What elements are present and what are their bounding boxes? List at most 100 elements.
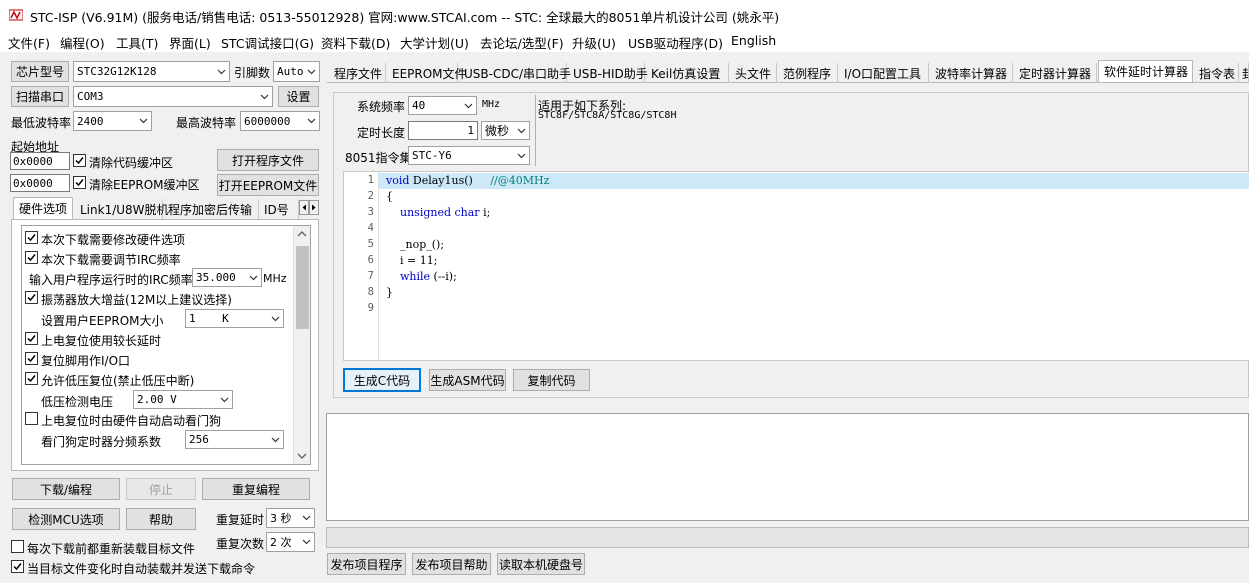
repeat-count-select[interactable]: 2 次 [266, 532, 315, 552]
tab-baud-calc[interactable]: 波特率计算器 [930, 63, 1013, 83]
code-line: unsigned char i; [400, 206, 491, 219]
pin-count-select[interactable]: Auto [273, 61, 320, 82]
tab-examples[interactable]: 范例程序 [778, 63, 838, 83]
menu-upgrade[interactable]: 升级(U) [572, 33, 616, 52]
isa-value: STC-Y6 [412, 149, 452, 162]
tab-delay-calc[interactable]: 软件延时计算器 [1098, 60, 1193, 82]
download-button[interactable]: 下载/编程 [12, 478, 120, 500]
clear-code-checkbox[interactable] [73, 154, 86, 167]
opt-adjust-irc-checkbox[interactable] [25, 251, 38, 264]
publish-help-button[interactable]: 发布项目帮助 [412, 553, 491, 575]
tab-program-file[interactable]: 程序文件 [329, 63, 386, 83]
code-editor[interactable]: 1 2 3 4 5 6 7 8 9 void Delay1us() //@40M… [343, 171, 1249, 361]
tab-link1[interactable]: Link1/U8W脱机 [75, 199, 169, 219]
code-line: } [386, 286, 393, 299]
settings-button[interactable]: 设置 [278, 86, 319, 107]
progress-bar [326, 527, 1249, 548]
wdt-divider-label: 看门狗定时器分频系数 [41, 435, 162, 449]
output-log[interactable] [326, 413, 1249, 521]
tab-encrypt[interactable]: 程序加密后传输 [163, 199, 259, 219]
opt-osc-gain-checkbox[interactable] [25, 291, 38, 304]
timer-unit-select[interactable]: 微秒 [481, 121, 530, 140]
open-eeprom-file-button[interactable]: 打开EEPROM文件 [217, 174, 319, 196]
timer-unit-value: 微秒 [485, 124, 510, 138]
check-mcu-button[interactable]: 检测MCU选项 [12, 508, 120, 530]
auto-send-checkbox[interactable] [11, 560, 24, 573]
menu-program[interactable]: 编程(O) [60, 33, 105, 52]
chip-type-select[interactable]: STC32G12K128 [73, 61, 230, 82]
lvd-voltage-select[interactable]: 2.00 V [133, 390, 233, 409]
menu-interface[interactable]: 界面(L) [169, 33, 211, 52]
read-disk-id-button[interactable]: 读取本机硬盘号 [497, 553, 585, 575]
isa-select[interactable]: STC-Y6 [408, 146, 530, 165]
copy-code-button[interactable]: 复制代码 [513, 369, 590, 391]
menu-file[interactable]: 文件(F) [8, 33, 50, 52]
sys-freq-select[interactable]: 40 [408, 96, 477, 115]
chevron-down-icon [517, 153, 526, 158]
tab-eeprom-file[interactable]: EEPROM文件 [387, 63, 467, 83]
code-line: i = 11; [386, 254, 438, 267]
menu-downloads[interactable]: 资料下载(D) [321, 33, 390, 52]
tab-id[interactable]: ID号 [259, 199, 299, 219]
timer-length-input[interactable]: 1 [408, 121, 478, 140]
opt-watchdog-checkbox[interactable] [25, 412, 38, 425]
scroll-thumb[interactable] [296, 246, 309, 329]
opt-long-delay-checkbox[interactable] [25, 332, 38, 345]
tab-usb-hid[interactable]: USB-HID助手 [568, 63, 648, 83]
tab-keil-sim[interactable]: Keil仿真设置 [646, 63, 729, 83]
line-number: 1 [367, 174, 374, 186]
pin-count-value: Auto [277, 65, 304, 78]
options-scrollbar[interactable] [293, 226, 310, 464]
open-program-file-button[interactable]: 打开程序文件 [217, 149, 319, 171]
wdt-divider-value: 256 [189, 433, 209, 446]
lvd-voltage-label: 低压检测电压 [41, 395, 114, 409]
reload-checkbox[interactable] [11, 540, 24, 553]
opt-low-voltage-checkbox[interactable] [25, 372, 38, 385]
port-select[interactable]: COM3 [73, 86, 273, 107]
tab-header-file[interactable]: 头文件 [730, 63, 777, 83]
reprogram-button[interactable]: 重复编程 [202, 478, 310, 500]
irc-freq-select[interactable]: 35.000 [192, 268, 262, 287]
menu-tools[interactable]: 工具(T) [116, 33, 158, 52]
reload-label: 每次下载前都重新装载目标文件 [27, 542, 196, 556]
tab-instruction-table[interactable]: 指令表 [1194, 63, 1239, 83]
tab-usb-cdc[interactable]: USB-CDC/串口助手 [459, 63, 571, 83]
opt-modify-hw-checkbox[interactable] [25, 231, 38, 244]
tab-truncated[interactable]: 封 [1239, 63, 1249, 83]
eeprom-size-select[interactable]: 1 K [185, 309, 284, 328]
scan-port-button[interactable]: 扫描串口 [11, 86, 69, 107]
irc-freq-value: 35.000 [196, 271, 236, 284]
menu-forum[interactable]: 去论坛/选型(F) [480, 33, 564, 52]
chevron-down-icon [464, 103, 473, 108]
line-number: 6 [367, 254, 374, 266]
delay-calc-panel: 系统频率 40 MHz 定时长度 1 微秒 8051指令集 STC-Y6 适用于… [333, 92, 1249, 398]
menu-english[interactable]: English [731, 33, 776, 48]
publish-program-button[interactable]: 发布项目程序 [327, 553, 406, 575]
eeprom-size-value: 1 K [189, 312, 229, 325]
help-button[interactable]: 帮助 [126, 508, 196, 530]
sys-freq-unit: MHz [482, 99, 501, 110]
clear-eeprom-checkbox[interactable] [73, 176, 86, 189]
generate-c-button[interactable]: 生成C代码 [343, 368, 421, 392]
min-baud-select[interactable]: 2400 [73, 111, 152, 131]
tab-io-config[interactable]: I/O口配置工具 [839, 63, 929, 83]
opt-low-voltage-label: 允许低压复位(禁止低压中断) [41, 374, 195, 388]
chevron-down-icon [302, 539, 311, 545]
opt-reset-io-checkbox[interactable] [25, 352, 38, 365]
menu-university[interactable]: 大学计划(U) [400, 33, 469, 52]
menu-usb-driver[interactable]: USB驱动程序(D) [628, 33, 723, 52]
max-baud-select[interactable]: 6000000 [240, 111, 320, 131]
chip-type-button[interactable]: 芯片型号 [11, 61, 69, 82]
repeat-delay-select[interactable]: 3 秒 [266, 508, 315, 528]
menu-debug[interactable]: STC调试接口(G) [221, 33, 314, 52]
wdt-divider-select[interactable]: 256 [185, 430, 284, 449]
code-address-input[interactable]: 0x0000 [10, 152, 70, 170]
tab-scroll-right[interactable] [309, 200, 319, 215]
lvd-voltage-value: 2.00 V [137, 393, 177, 406]
stop-button[interactable]: 停止 [126, 478, 196, 500]
tab-timer-calc[interactable]: 定时器计算器 [1014, 63, 1097, 83]
eeprom-address-input[interactable]: 0x0000 [10, 174, 70, 192]
tab-scroll-left[interactable] [299, 200, 309, 215]
tab-hardware-options[interactable]: 硬件选项 [13, 197, 73, 219]
generate-asm-button[interactable]: 生成ASM代码 [429, 369, 506, 391]
